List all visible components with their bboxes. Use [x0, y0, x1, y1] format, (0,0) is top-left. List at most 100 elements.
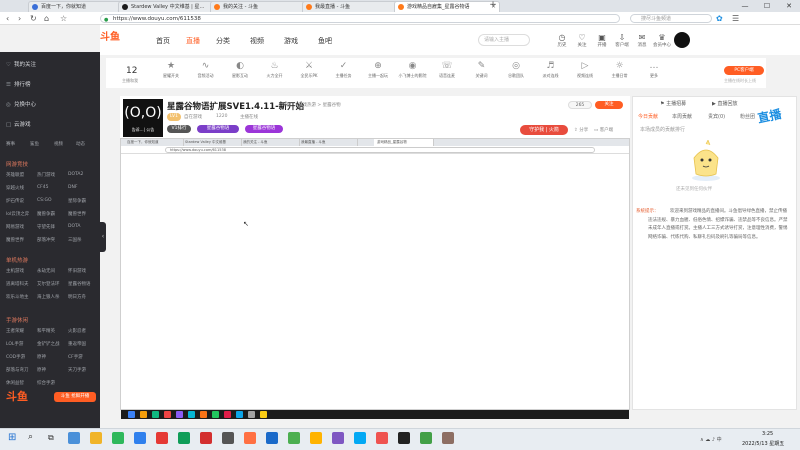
feature-item[interactable]: ✎ 关键词: [467, 61, 497, 79]
taskbar-app-icon[interactable]: [310, 432, 322, 444]
sidebar-game-link[interactable]: 火影忍者: [68, 328, 86, 334]
sidebar-game-link[interactable]: 三国杀: [68, 237, 82, 243]
address-bar[interactable]: ● https://www.douyu.com/611538: [100, 14, 620, 23]
game-badge[interactable]: 星露谷物语: [197, 125, 239, 133]
follow-nav-button[interactable]: ♡ 关注: [572, 33, 592, 48]
sidebar-game-link[interactable]: 休闲益智: [6, 380, 24, 386]
sidebar-game-link[interactable]: CS:GO: [37, 198, 52, 203]
sidebar-game-link[interactable]: 热门游戏: [37, 172, 55, 178]
sidebar-game-link[interactable]: 明日方舟: [68, 294, 86, 300]
share-button[interactable]: ⇪ 分享: [574, 127, 588, 133]
windows-start-icon[interactable]: ⊞: [8, 432, 16, 443]
sidebar-game-link[interactable]: 部落冲突: [37, 237, 55, 243]
sidebar-game-link[interactable]: 部落与弯刀: [6, 367, 29, 373]
clock-time[interactable]: 3:25: [762, 431, 773, 437]
nav-fishbar[interactable]: 鱼吧: [318, 36, 332, 46]
feature-item[interactable]: ◉ 小飞博士的影院: [398, 61, 428, 79]
room-breadcrumb[interactable]: 游戏热游 > 星露谷物: [298, 102, 341, 108]
new-tab-button[interactable]: +: [488, 1, 498, 11]
sidebar-game-link[interactable]: 网易游戏: [6, 224, 24, 230]
sidebar-game-link[interactable]: 海上狼人杀: [37, 294, 60, 300]
sidebar-game-link[interactable]: 魔兽世界: [6, 237, 24, 243]
sidebar-events[interactable]: 动态: [76, 141, 85, 147]
sidebar-game-link[interactable]: CF45: [37, 185, 48, 190]
sidebar-collapse-button[interactable]: ‹: [100, 222, 106, 252]
sidebar-game-link[interactable]: 重返帝国: [68, 341, 86, 347]
feature-item[interactable]: ★ 星耀开关: [156, 61, 186, 79]
taskbar-app-icon[interactable]: [222, 432, 234, 444]
nav-live[interactable]: 直播: [186, 36, 200, 46]
refresh-icon[interactable]: ↻: [30, 14, 37, 23]
tab-fans[interactable]: 粉丝团: [740, 113, 755, 120]
sidebar-item-cloudgame[interactable]: □ 云游戏: [6, 120, 31, 128]
streamer-avatar[interactable]: (O,O) 告诉…| 公告: [123, 99, 163, 137]
menu-icon[interactable]: ☰: [732, 14, 739, 23]
taskbar-app-icon[interactable]: [178, 432, 190, 444]
nav-category[interactable]: 分类: [216, 36, 230, 46]
sidebar-game-link[interactable]: 永劫无间: [37, 268, 55, 274]
history-button[interactable]: ◷ 历史: [552, 33, 572, 48]
feature-item[interactable]: ⚔ 全民乐PK: [294, 61, 324, 79]
sidebar-game-link[interactable]: 原神: [37, 354, 46, 360]
home-icon[interactable]: ⌂: [44, 14, 49, 23]
sidebar-game-link[interactable]: COD手游: [6, 354, 25, 360]
taskbar-app-icon[interactable]: [332, 432, 344, 444]
sidebar-game-link[interactable]: 金铲铲之战: [37, 341, 60, 347]
sidebar-game-link[interactable]: LOL手游: [6, 341, 23, 347]
client-button[interactable]: ⇩ 客户端: [612, 33, 632, 48]
browser-search-input[interactable]: 搜尽斗鱼频道: [630, 14, 712, 23]
sidebar-game-link[interactable]: 主机游戏: [6, 268, 24, 274]
room-owner[interactable]: 自在游戏: [184, 114, 202, 120]
tab-today-contrib[interactable]: 今日贡献: [638, 113, 658, 120]
forward-icon[interactable]: ›: [18, 14, 21, 23]
task-view-icon[interactable]: ⧉: [48, 433, 54, 443]
sidebar-game-link[interactable]: lol云顶之弈: [6, 211, 29, 217]
tab-week-contrib[interactable]: 本周贡献: [672, 113, 692, 120]
sidebar-events[interactable]: 鲨鱼: [30, 141, 39, 147]
close-window-button[interactable]: ✕: [778, 0, 800, 12]
sidebar-game-link[interactable]: 逃离塔科夫: [6, 281, 29, 287]
back-icon[interactable]: ‹: [6, 14, 9, 23]
taskbar-app-icon[interactable]: [90, 432, 102, 444]
taskbar-app-icon[interactable]: [112, 432, 124, 444]
sidebar-game-link[interactable]: 魔兽世界: [68, 211, 86, 217]
taskbar-app-icon[interactable]: [244, 432, 256, 444]
taskbar-app-icon[interactable]: [288, 432, 300, 444]
taskbar-app-icon[interactable]: [398, 432, 410, 444]
sidebar-item-rank[interactable]: ☰ 排行榜: [6, 80, 31, 88]
taskbar-app-icon[interactable]: [156, 432, 168, 444]
maximize-button[interactable]: ☐: [756, 0, 778, 12]
sidebar-item-follow[interactable]: ♡ 我的关注: [6, 60, 36, 68]
feature-item[interactable]: ◐ 星影互动: [225, 61, 255, 79]
nav-video[interactable]: 视频: [250, 36, 264, 46]
nav-games[interactable]: 游戏: [284, 36, 298, 46]
minimize-button[interactable]: —: [734, 0, 756, 12]
tab-vip[interactable]: 贵宾(0): [708, 113, 725, 120]
recruit-link[interactable]: ⚑ 主播招募: [660, 100, 686, 107]
taskbar-app-icon[interactable]: [376, 432, 388, 444]
sidebar-game-link[interactable]: CF手游: [68, 354, 83, 360]
nav-home[interactable]: 首页: [156, 36, 170, 46]
bookmark-icon[interactable]: ☆: [60, 14, 67, 23]
sidebar-game-link[interactable]: 英雄联盟: [6, 172, 24, 178]
sidebar-game-link[interactable]: 王者荣耀: [6, 328, 24, 334]
sidebar-game-link[interactable]: 穿越火线: [6, 185, 24, 191]
clock-date[interactable]: 2022/5/13 星期五: [742, 440, 784, 447]
rank-badge[interactable]: V1排行: [167, 125, 191, 133]
sidebar-events[interactable]: 赛事: [6, 141, 15, 147]
guard-rocket-button[interactable]: 守护我 | 火箭: [520, 125, 568, 135]
sidebar-game-link[interactable]: DNF: [68, 185, 77, 190]
sidebar-game-link[interactable]: 欢乐斗地主: [6, 294, 29, 300]
feature-item[interactable]: ▷ 视频连线: [570, 61, 600, 79]
taskbar-app-icon[interactable]: [354, 432, 366, 444]
feature-item[interactable]: ✓ 主播任务: [329, 61, 359, 79]
sidebar-item-exchange[interactable]: ◎ 兑换中心: [6, 100, 36, 108]
replay-link[interactable]: ▶ 直播回放: [712, 100, 737, 107]
paw-icon[interactable]: ✿: [716, 14, 723, 23]
sidebar-game-link[interactable]: 和平精英: [37, 328, 55, 334]
sidebar-game-link[interactable]: 炉石传说: [6, 198, 24, 204]
start-stream-promo[interactable]: 斗鱼 斗鱼 抢鲜开播: [4, 388, 100, 408]
pc-client-button[interactable]: PC客户端: [724, 66, 764, 75]
sidebar-game-link[interactable]: 怀旧游戏: [68, 268, 86, 274]
feature-item[interactable]: ⊕ 主播一起玩: [363, 61, 393, 79]
